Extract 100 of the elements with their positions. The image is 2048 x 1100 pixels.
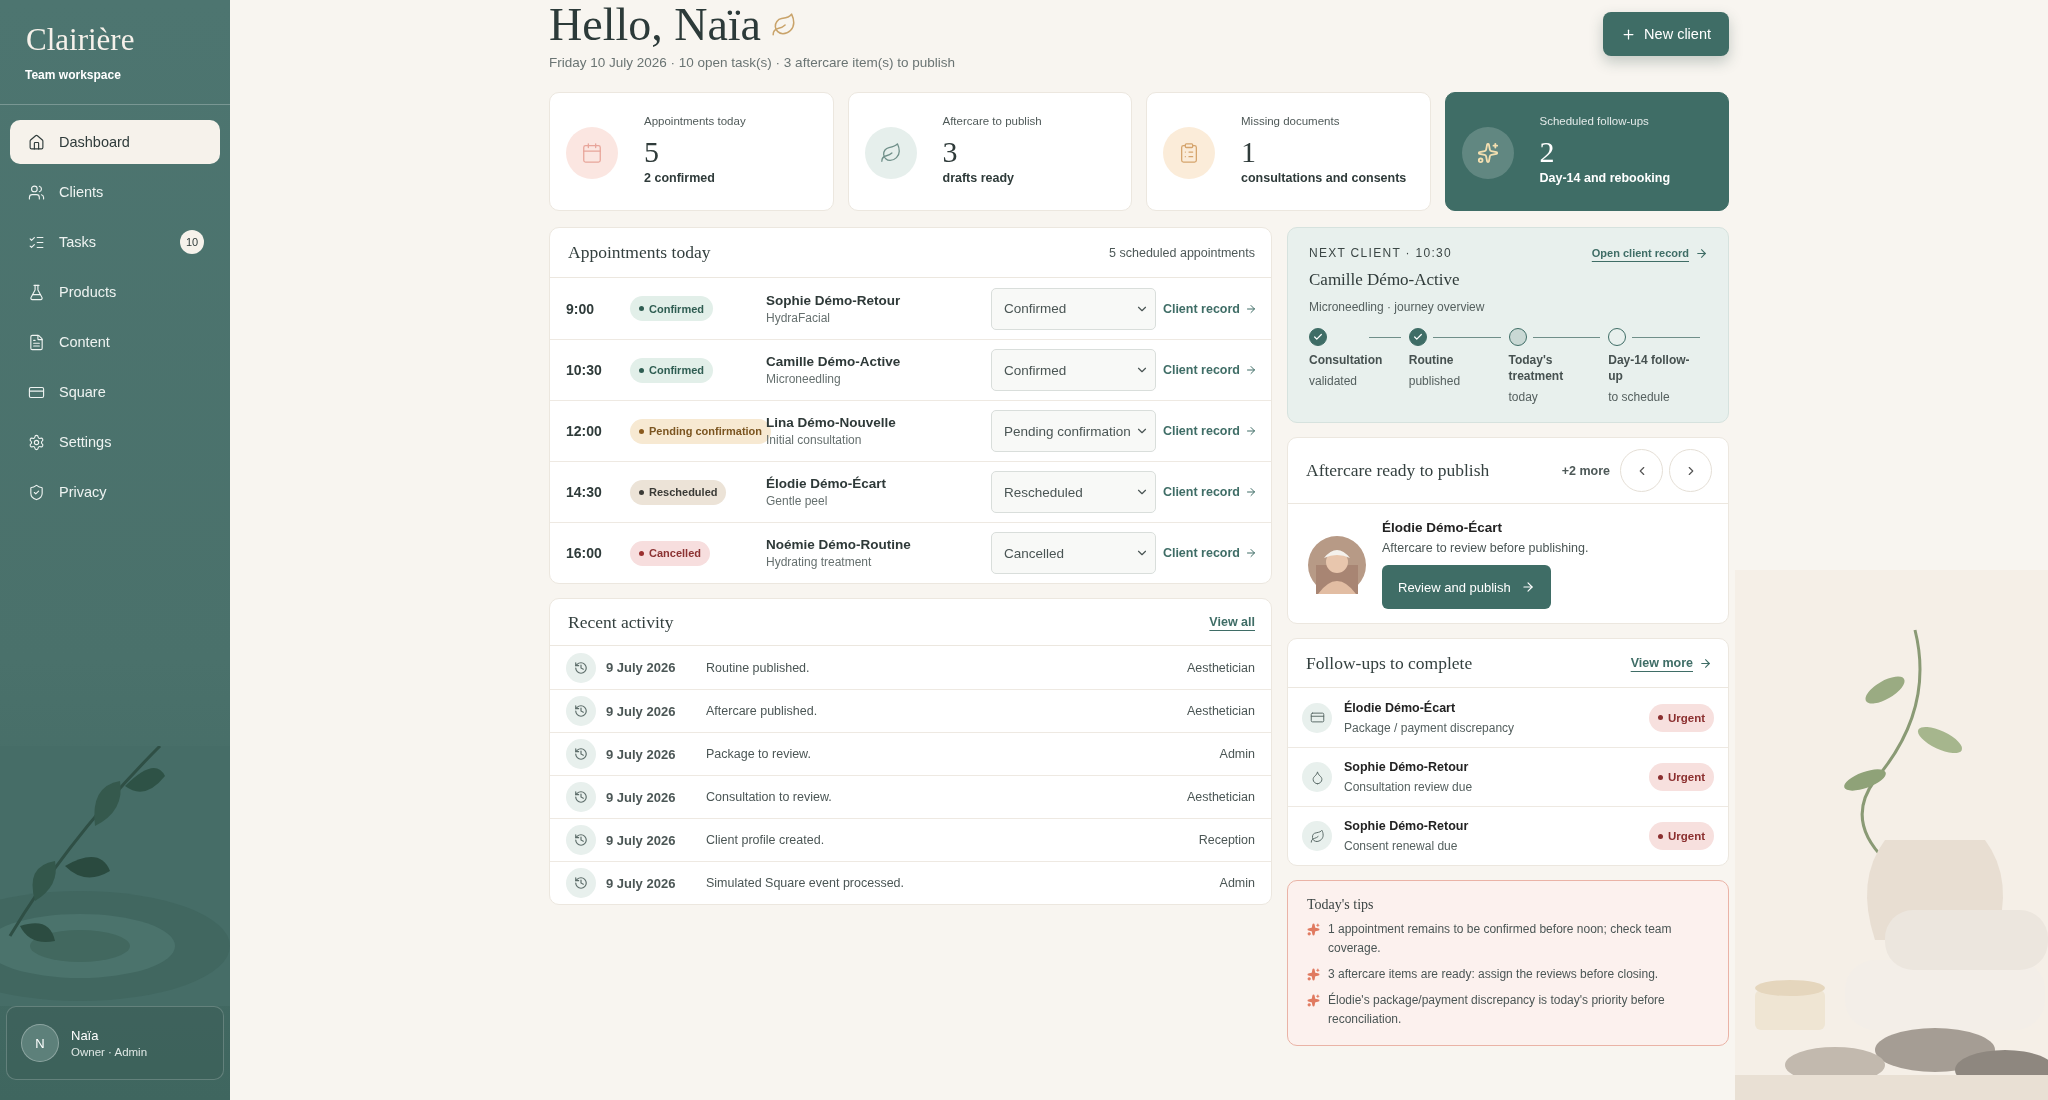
activity-text: Simulated Square event processed. <box>706 876 906 890</box>
previous-button[interactable] <box>1620 449 1663 492</box>
stat-caption: drafts ready <box>942 171 1016 185</box>
review-publish-button[interactable]: Review and publish <box>1382 565 1551 609</box>
activity-role: Aesthetician <box>1186 660 1255 675</box>
stat-label: Missing documents <box>1241 115 1341 127</box>
step-title: Day-14 follow-up <box>1608 352 1691 384</box>
sparkles-icon <box>1476 142 1499 164</box>
plus-icon <box>1621 26 1637 42</box>
activity-date: 9 July 2026 <box>606 746 677 762</box>
history-icon <box>574 790 588 804</box>
client-record-link[interactable]: Client record <box>1162 363 1257 377</box>
status-select[interactable]: Confirmed <box>991 287 1156 330</box>
nav-item[interactable]: Dashboard <box>10 120 220 164</box>
status-select[interactable]: Confirmed <box>991 349 1156 391</box>
nav-item[interactable]: Settings <box>10 420 220 464</box>
aftercare-note: Aftercare to review before publishing. <box>1382 541 1589 555</box>
arrow-icon <box>1699 656 1712 670</box>
appointment-time: 9:00 <box>566 300 596 317</box>
client-name: Élodie Démo-Écart <box>1382 520 1504 535</box>
step-title: Routine <box>1408 352 1455 368</box>
settings-icon <box>28 433 45 451</box>
client-name: Camille Démo-Active <box>1309 270 1461 290</box>
step-status: today <box>1508 390 1539 404</box>
stat-label: Aftercare to publish <box>942 115 1042 127</box>
home-icon <box>28 133 45 151</box>
status-badge: Cancelled <box>630 540 710 566</box>
step-status: validated <box>1309 374 1359 388</box>
history-icon <box>574 876 588 890</box>
urgent-badge: Urgent <box>1648 763 1714 791</box>
activity-text: Aftercare published. <box>706 704 819 718</box>
activity-date: 9 July 2026 <box>606 660 677 675</box>
nav-item[interactable]: Tasks 10 <box>10 220 220 264</box>
activity-text: Consultation to review. <box>706 790 833 804</box>
page-subtitle: Friday 10 July 2026 · 10 open task(s) · 3 aftercare item(s) to publish <box>549 55 955 70</box>
arrow-icon <box>1245 302 1257 315</box>
open-record-link[interactable]: Open client record <box>1591 246 1708 260</box>
nav-item[interactable]: Products <box>10 270 220 314</box>
appointment-time: 16:00 <box>566 545 603 561</box>
sparkle-icon <box>1307 923 1320 936</box>
appointment-time: 14:30 <box>566 484 603 500</box>
nav-item[interactable]: Square <box>10 370 220 414</box>
urgent-badge: Urgent <box>1648 822 1714 850</box>
workspace-label: Team workspace <box>24 67 122 82</box>
status-badge: Rescheduled <box>630 479 727 505</box>
stat-value: 2 <box>1539 135 1556 169</box>
activity-text: Package to review. <box>706 747 812 761</box>
card-icon <box>1309 710 1325 725</box>
step-status: to schedule <box>1608 390 1671 404</box>
client-name: Lina Démo-Nouvelle <box>766 415 897 430</box>
client-name: Élodie Démo-Écart <box>766 476 888 491</box>
user-card[interactable]: N Naïa Owner · Admin <box>6 1006 224 1080</box>
stat-value: 1 <box>1241 135 1257 169</box>
client-name: Noémie Démo-Routine <box>766 537 912 552</box>
client-record-link[interactable]: Client record <box>1162 301 1257 316</box>
tip-text: 3 aftercare items are ready: assign the reviews before closing. <box>1328 966 1659 983</box>
client-record-link[interactable]: Client record <box>1162 424 1257 438</box>
next-button[interactable] <box>1669 449 1712 492</box>
sparkle-icon <box>1307 994 1320 1007</box>
history-icon <box>574 833 588 847</box>
status-badge: Confirmed <box>630 357 713 383</box>
flask-icon <box>28 283 45 301</box>
history-icon <box>574 747 588 761</box>
calendar-icon <box>581 142 603 164</box>
step-status: published <box>1408 374 1462 388</box>
users-icon <box>28 183 45 201</box>
nav-item[interactable]: Privacy <box>10 470 220 514</box>
status-select[interactable]: Cancelled <box>991 532 1156 574</box>
arrow-icon <box>1245 547 1257 559</box>
panel-title: Follow-ups to complete <box>1306 652 1473 674</box>
check-icon <box>1412 332 1423 342</box>
status-select[interactable]: Rescheduled <box>991 471 1156 513</box>
client-name: Sophie Démo-Retour <box>1344 760 1470 774</box>
arrow-icon <box>1520 580 1535 594</box>
tips-title: Today's tips <box>1307 897 1375 913</box>
document-icon <box>28 333 45 351</box>
logo: Clairière <box>25 21 136 58</box>
nav-item[interactable]: Content <box>10 320 220 364</box>
new-client-button[interactable]: New client <box>1603 12 1729 56</box>
nav-item[interactable]: Clients <box>10 170 220 214</box>
arrow-icon <box>1245 425 1257 437</box>
service-name: Gentle peel <box>766 494 829 508</box>
stat-label: Appointments today <box>644 115 746 127</box>
user-name: Naïa <box>71 1028 100 1043</box>
followup-detail: Package / payment discrepancy <box>1344 720 1516 735</box>
service-name: HydraFacial <box>766 310 832 325</box>
activity-role: Aesthetician <box>1186 704 1255 718</box>
status-select[interactable]: Pending confirmation <box>991 410 1156 452</box>
client-record-link[interactable]: Client record <box>1162 485 1257 499</box>
client-record-link[interactable]: Client record <box>1162 546 1257 560</box>
view-all-link[interactable]: View all <box>1209 615 1255 629</box>
step-title: Consultation <box>1309 352 1384 368</box>
step-title: Today's treatment <box>1508 352 1565 384</box>
client-name: Sophie Démo-Retour <box>766 292 902 308</box>
appointment-time: 12:00 <box>566 423 603 439</box>
client-detail: Microneedling · journey overview <box>1309 300 1486 314</box>
avatar: N <box>21 1024 59 1062</box>
service-name: Microneedling <box>766 372 842 386</box>
more-count: +2 more <box>1561 463 1610 478</box>
view-more-link[interactable]: View more <box>1630 656 1712 670</box>
